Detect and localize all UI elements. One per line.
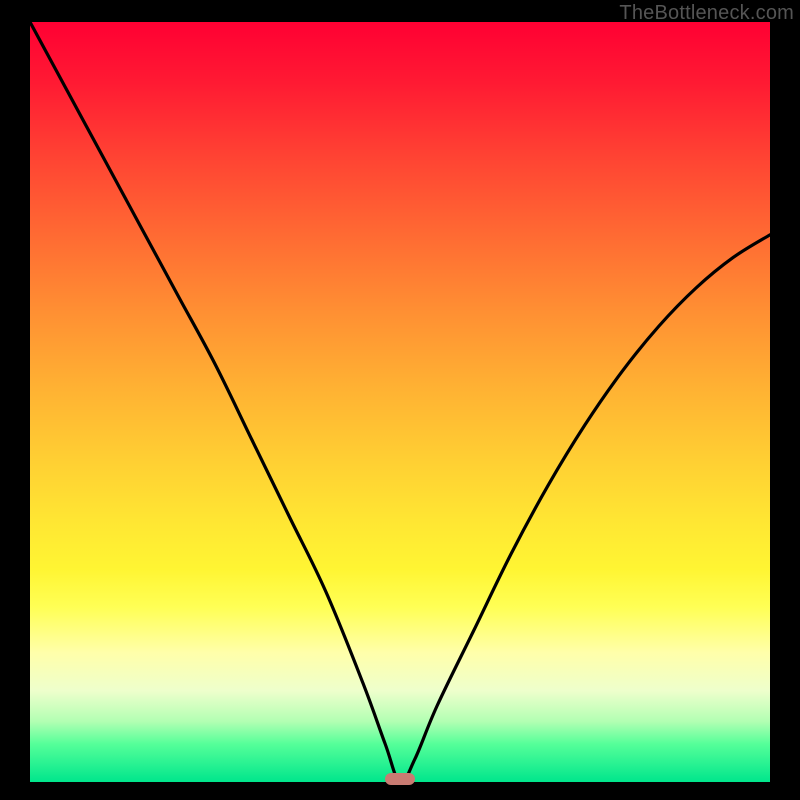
watermark-text: TheBottleneck.com: [619, 2, 794, 25]
optimal-marker: [385, 773, 415, 785]
bottleneck-curve: [30, 22, 770, 782]
curve-path: [30, 22, 770, 782]
chart-container: [0, 0, 800, 800]
